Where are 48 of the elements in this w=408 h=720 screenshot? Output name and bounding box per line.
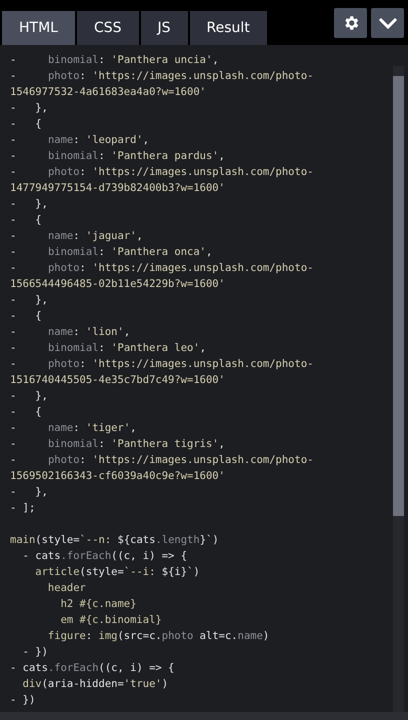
code-line: 1477949775154-d739b82400b3?w=1600' (10, 181, 225, 196)
code-line: - binomial: 'Panthera onca', (10, 245, 212, 260)
code-line: - { (10, 117, 42, 132)
code-line: - ]; (10, 501, 36, 516)
code-line: - { (10, 405, 42, 420)
code-line: figure: img(src=c.photo alt=c.name) (46, 629, 270, 644)
code-line: - }) (10, 693, 36, 708)
editor-tab[interactable]: Result (190, 11, 267, 45)
code-line: article(style=`--i: ${i}`) (34, 565, 200, 580)
code-line: div(aria-hidden='true') (22, 677, 168, 692)
code-line: - }, (10, 101, 48, 116)
code-line: - { (10, 213, 42, 228)
code-line: - photo: 'https://images.unsplash.com/photo- (10, 165, 314, 180)
code-line: - photo: 'https://images.unsplash.com/photo- (10, 453, 314, 468)
collapse-button[interactable] (371, 8, 404, 38)
code-line: em #{c.binomial} (60, 613, 162, 628)
editor-tab[interactable]: CSS (76, 11, 139, 45)
code-line: - binomial: 'Panthera tigris', (10, 437, 225, 452)
code-line: - binomial: 'Panthera leo', (10, 341, 206, 356)
code-line: - binomial: 'Panthera uncia', (10, 53, 219, 68)
code-line: - }, (10, 197, 48, 212)
code-line: - photo: 'https://images.unsplash.com/photo- (10, 69, 314, 84)
editor-tab[interactable]: JS (140, 11, 188, 45)
code-line: - { (10, 309, 42, 324)
code-line: header (46, 581, 86, 596)
code-line: - name: 'jaguar', (10, 229, 143, 244)
code-line: - photo: 'https://images.unsplash.com/photo- (10, 357, 314, 372)
code-line: - }, (10, 293, 48, 308)
code-line: 1516740445505-4e35c7bd7c49?w=1600' (10, 373, 225, 388)
code-line: - }) (22, 645, 48, 660)
code-line: 1546977532-4a61683ea4a0?w=1600' (10, 85, 206, 100)
code-line: - }, (10, 485, 48, 500)
code-line: main(style=`--n: ${cats.length}`) (10, 533, 219, 548)
code-line: - name: 'lion', (10, 325, 130, 340)
code-line: - name: 'tiger', (10, 421, 136, 436)
code-line: - }, (10, 389, 48, 404)
code-line: - name: 'leopard', (10, 133, 150, 148)
code-line: - cats.forEach((c, i) => { (22, 549, 188, 564)
code-line: 1569502166343-cf6039a40c9e?w=1600' (10, 469, 225, 484)
code-line: h2 #{c.name} (60, 597, 136, 612)
editor-tab[interactable]: HTML (2, 11, 75, 45)
code-line: - photo: 'https://images.unsplash.com/photo- (10, 261, 314, 276)
scrollbar-thumb[interactable] (393, 76, 404, 516)
chevron-down-icon (378, 17, 398, 29)
code-line: 1566544496485-02b11e54229b?w=1600' (10, 277, 225, 292)
code-line: - cats.forEach((c, i) => { (10, 661, 174, 676)
settings-button[interactable] (334, 8, 367, 38)
code-line: - binomial: 'Panthera pardus', (10, 149, 225, 164)
